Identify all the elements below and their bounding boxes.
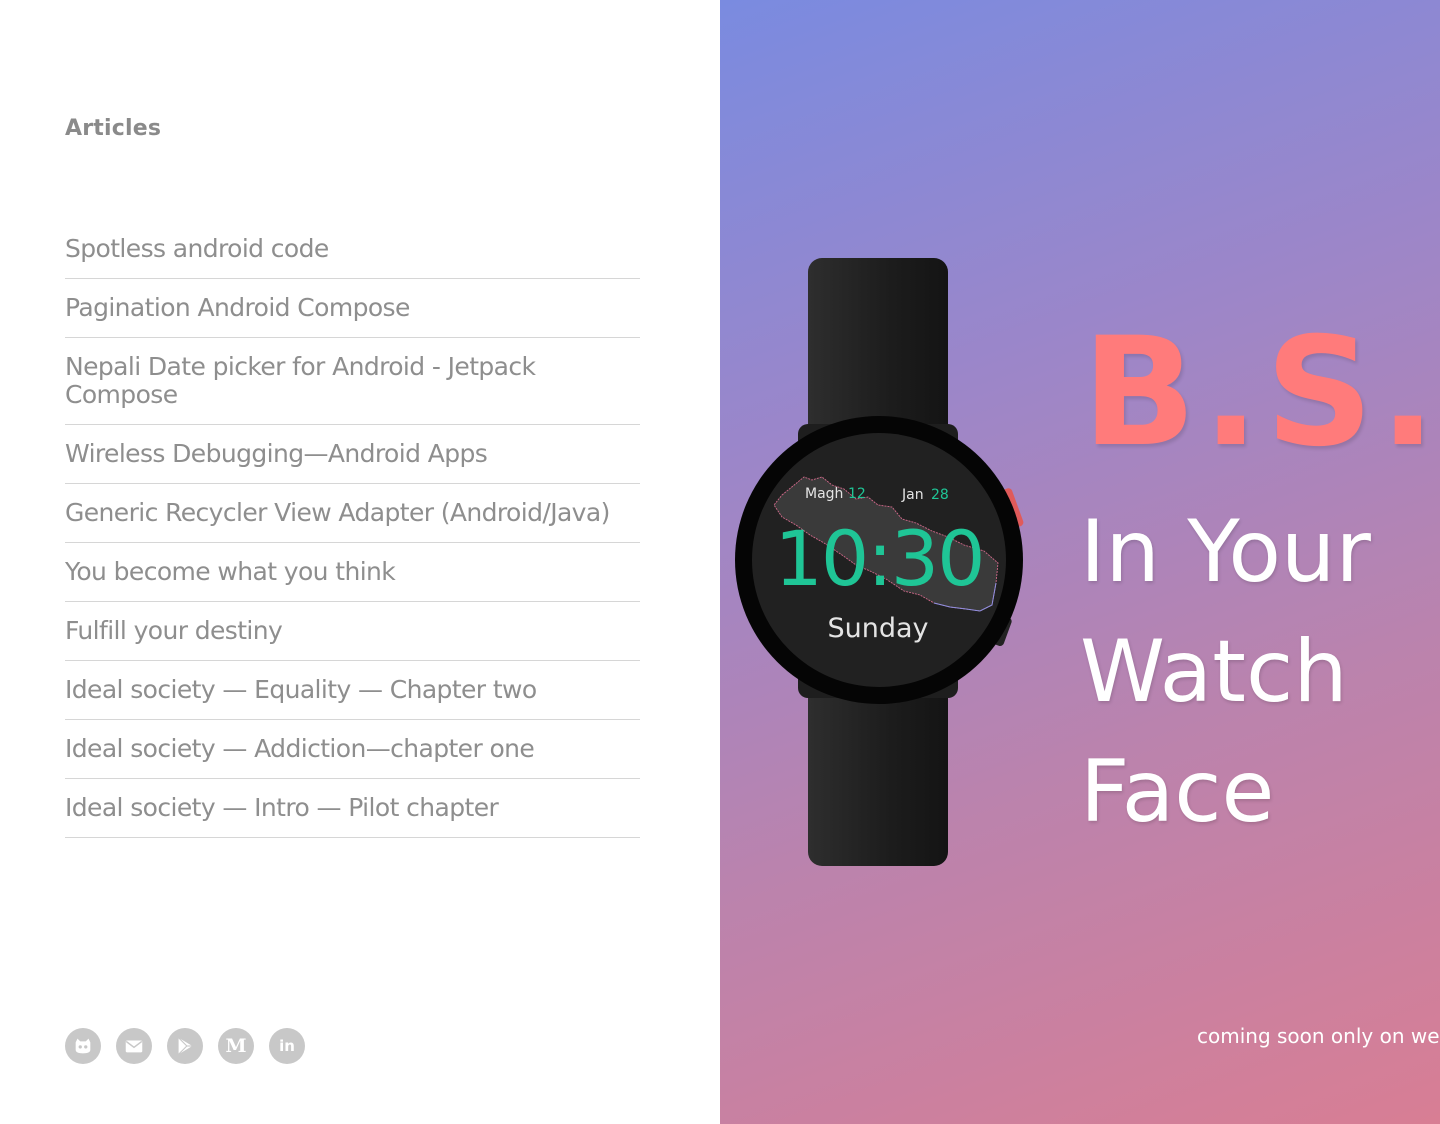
right-panel: Magh 12 Jan 28 10:30 Sunday B.S. In Your…: [720, 0, 1440, 1124]
article-link[interactable]: Ideal society — Addiction—chapter one: [65, 720, 640, 779]
watch-weekday: Sunday: [827, 613, 929, 644]
email-link[interactable]: [116, 1028, 152, 1064]
watch-nepali-day: 12: [848, 486, 866, 502]
article-link[interactable]: Nepali Date picker for Android - Jetpack…: [65, 338, 640, 425]
social-links: M in: [65, 1028, 305, 1064]
tagline-line: In Your: [1080, 502, 1371, 602]
tagline: In Your Watch Face: [1080, 492, 1371, 852]
left-panel: Articles Spotless android code Paginatio…: [0, 0, 720, 1124]
articles-heading: Articles: [65, 116, 162, 141]
play-store-link[interactable]: [167, 1028, 203, 1064]
article-link[interactable]: Pagination Android Compose: [65, 279, 640, 338]
article-link[interactable]: Fulfill your destiny: [65, 602, 640, 661]
tagline-line: Face: [1080, 742, 1275, 842]
play-store-icon: [178, 1037, 193, 1055]
linkedin-icon: in: [279, 1036, 295, 1055]
article-link[interactable]: Ideal society — Intro — Pilot chapter: [65, 779, 640, 838]
article-link[interactable]: Generic Recycler View Adapter (Android/J…: [65, 484, 640, 543]
watch-month: Jan: [902, 487, 924, 503]
watch-time: 10:30: [774, 514, 985, 603]
watch-nepali-month: Magh: [805, 486, 844, 502]
medium-link[interactable]: M: [218, 1028, 254, 1064]
watch-day: 28: [931, 487, 949, 503]
article-link[interactable]: Wireless Debugging—Android Apps: [65, 425, 640, 484]
article-link[interactable]: Spotless android code: [65, 220, 640, 279]
coming-soon-text: coming soon only on wear: [1197, 1024, 1440, 1048]
github-icon: [75, 1038, 91, 1054]
tagline-line: Watch: [1080, 622, 1348, 722]
email-icon: [125, 1040, 143, 1053]
linkedin-link[interactable]: in: [269, 1028, 305, 1064]
article-list: Spotless android code Pagination Android…: [65, 220, 640, 838]
medium-icon: M: [225, 1034, 247, 1057]
github-link[interactable]: [65, 1028, 101, 1064]
article-link[interactable]: Ideal society — Equality — Chapter two: [65, 661, 640, 720]
brand-title: B.S.: [1082, 306, 1440, 480]
article-link[interactable]: You become what you think: [65, 543, 640, 602]
